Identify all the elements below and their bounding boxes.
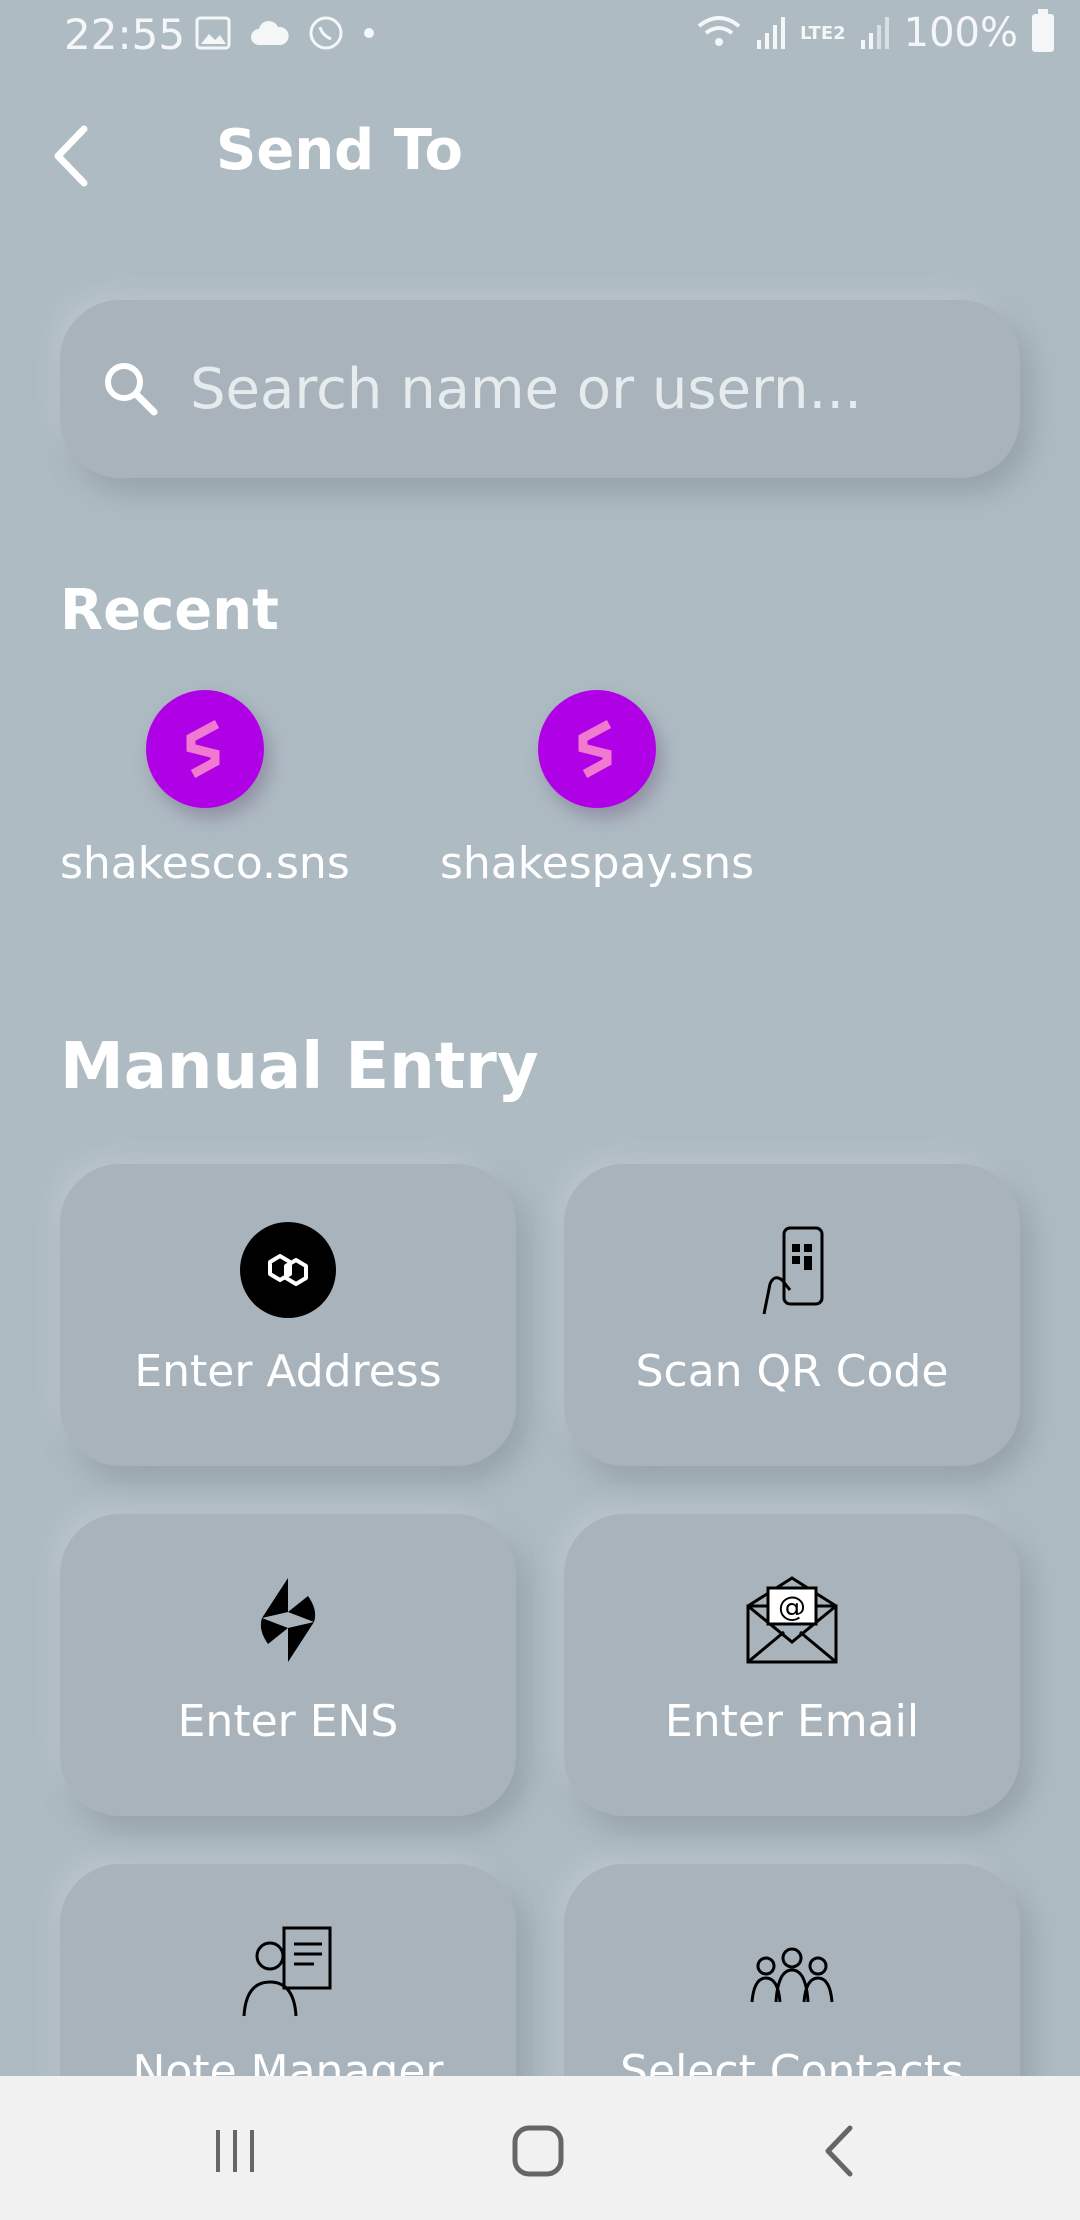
cloud-icon: [251, 20, 289, 45]
recent-item-shakespay[interactable]: shakespay.sns: [440, 690, 754, 889]
recent-item-label: shakesco.sns: [60, 838, 350, 889]
notification-icons: [195, 14, 375, 52]
recent-item-shakesco[interactable]: shakesco.sns: [60, 690, 350, 889]
chevron-left-icon: [54, 125, 88, 187]
system-navbar: [0, 2076, 1080, 2220]
scan-qr-button[interactable]: Scan QR Code: [564, 1164, 1020, 1466]
signal-icon-2: [860, 17, 889, 49]
recent-title: Recent: [60, 578, 279, 643]
card-label: Enter Email: [664, 1696, 920, 1747]
search-bar[interactable]: [60, 300, 1020, 478]
home-button[interactable]: [503, 2116, 573, 2186]
manual-entry-title: Manual Entry: [60, 1030, 539, 1104]
avatar: [145, 690, 264, 808]
home-icon: [512, 2125, 564, 2177]
card-label: Enter Address: [134, 1346, 442, 1397]
svg-text:@: @: [778, 1590, 806, 1623]
enter-ens-button[interactable]: Enter ENS: [60, 1514, 516, 1816]
status-bar: 22:55 LTE2 100%: [0, 0, 1080, 80]
shakes-logo-icon: [578, 720, 612, 778]
manager-icon: [240, 1922, 336, 2018]
battery-percent: 100%: [903, 10, 1018, 56]
recent-item-label: shakespay.sns: [440, 838, 755, 889]
image-icon: [195, 16, 231, 50]
recent-apps-button[interactable]: [200, 2116, 270, 2186]
card-label: Enter ENS: [177, 1696, 399, 1747]
qr-phone-icon: [744, 1222, 840, 1318]
card-label: Scan QR Code: [635, 1346, 949, 1397]
dot-icon: [364, 28, 374, 38]
email-icon: @: [744, 1572, 840, 1668]
enter-email-button[interactable]: @ Enter Email: [564, 1514, 1020, 1816]
avatar: [538, 690, 657, 808]
back-button[interactable]: [40, 120, 100, 192]
shakes-logo-icon: [186, 720, 220, 778]
page-title: Send To: [216, 118, 463, 183]
whatsapp-icon: [309, 16, 343, 50]
network-type: LTE2: [800, 22, 846, 44]
back-icon: [825, 2125, 853, 2177]
system-back-button[interactable]: [805, 2116, 875, 2186]
search-input[interactable]: [188, 355, 952, 423]
search-icon: [105, 363, 158, 416]
contacts-icon: [744, 1922, 840, 2018]
recent-apps-icon: [216, 2130, 254, 2172]
signal-icon: [757, 17, 786, 49]
wifi-icon: [697, 16, 741, 46]
battery-icon: [1032, 9, 1054, 52]
enter-address-button[interactable]: Enter Address: [60, 1164, 516, 1466]
system-icons: LTE2 100%: [696, 9, 1054, 56]
status-time: 22:55: [64, 10, 186, 59]
polygon-icon: [240, 1222, 336, 1318]
ens-icon: [240, 1572, 336, 1668]
